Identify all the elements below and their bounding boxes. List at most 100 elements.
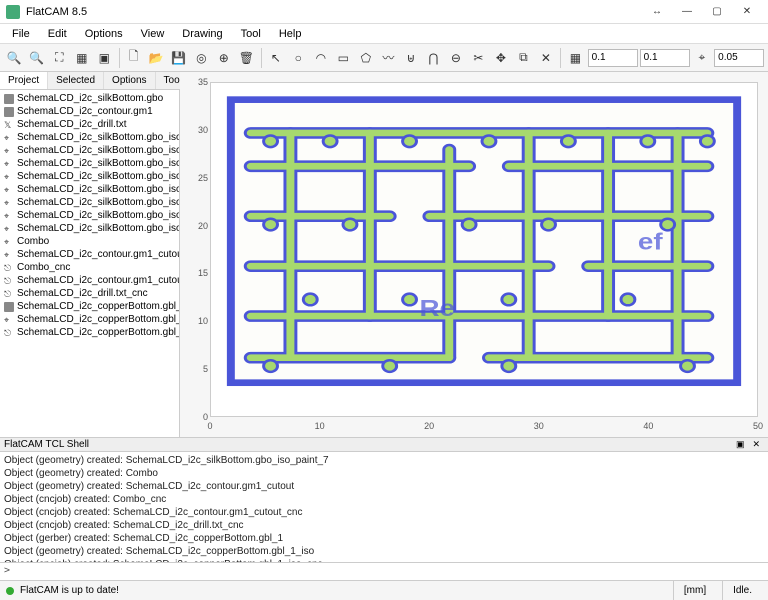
shell-output[interactable]: Object (geometry) created: SchemaLCD_i2c…	[0, 452, 768, 562]
clear-plot-icon[interactable]: ▦	[72, 47, 93, 69]
tree-item-label: SchemaLCD_i2c_drill.txt_cnc	[17, 288, 148, 299]
tree-item-label: Combo	[17, 236, 49, 247]
object-icon	[4, 276, 14, 286]
tree-item[interactable]: SchemaLCD_i2c_drill.txt_cnc	[2, 287, 177, 300]
tab-project[interactable]: Project	[0, 72, 48, 89]
grid-y-input[interactable]	[640, 49, 690, 67]
tree-item-label: SchemaLCD_i2c_contour.gm1_cutout	[17, 249, 179, 260]
tree-item-label: SchemaLCD_i2c_silkBottom.gbo_iso	[17, 132, 179, 143]
tree-item-label: SchemaLCD_i2c_silkBottom.gbo_iso_paint	[17, 145, 179, 156]
tree-item[interactable]: SchemaLCD_i2c_silkBottom.gbo_iso_paint	[2, 170, 177, 183]
shell-input-row: >	[0, 562, 768, 580]
tree-item[interactable]: SchemaLCD_i2c_silkBottom.gbo_iso	[2, 131, 177, 144]
maximize-button[interactable]: ▢	[702, 1, 732, 23]
snap-icon[interactable]: ⌖	[692, 47, 713, 69]
tree-item[interactable]: SchemaLCD_i2c_copperBottom.gbl_1	[2, 300, 177, 313]
zoom-fit-icon[interactable]: ⛶	[49, 47, 70, 69]
tree-item[interactable]: SchemaLCD_i2c_silkBottom.gbo_iso_paint	[2, 144, 177, 157]
delete-icon[interactable]: 🗑	[236, 47, 257, 69]
zoom-in-icon[interactable]: 🔍	[4, 47, 25, 69]
tree-item[interactable]: Combo	[2, 235, 177, 248]
tree-item[interactable]: SchemaLCD_i2c_drill.txt	[2, 118, 177, 131]
status-units: [mm]	[673, 581, 716, 600]
menu-options[interactable]: Options	[77, 26, 131, 42]
menu-help[interactable]: Help	[271, 26, 310, 42]
project-tree[interactable]: SchemaLCD_i2c_silkBottom.gboSchemaLCD_i2…	[0, 90, 179, 437]
open-icon[interactable]: 📂	[146, 47, 167, 69]
minimize-button[interactable]: —	[672, 1, 702, 23]
replot-icon[interactable]: ▣	[94, 47, 115, 69]
shell-title: FlatCAM TCL Shell	[4, 439, 732, 450]
tree-item-label: SchemaLCD_i2c_silkBottom.gbo_iso_paint	[17, 158, 179, 169]
tree-item[interactable]: SchemaLCD_i2c_contour.gm1	[2, 105, 177, 118]
menu-tool[interactable]: Tool	[233, 26, 269, 42]
shell-input[interactable]	[12, 563, 766, 580]
object-icon	[4, 198, 14, 208]
tree-item[interactable]: SchemaLCD_i2c_silkBottom.gbo_iso_paint	[2, 222, 177, 235]
shell-float-icon[interactable]: ▣	[732, 439, 749, 450]
status-state: Idle.	[722, 581, 762, 600]
open-excellon-icon[interactable]: ⊕	[214, 47, 235, 69]
menu-drawing[interactable]: Drawing	[174, 26, 230, 42]
tree-item-label: SchemaLCD_i2c_silkBottom.gbo_iso_paint	[17, 197, 179, 208]
object-icon	[4, 185, 14, 195]
grid-x-input[interactable]	[588, 49, 638, 67]
subtract-icon[interactable]: ⊖	[446, 47, 467, 69]
tree-item[interactable]: SchemaLCD_i2c_silkBottom.gbo_iso_paint	[2, 196, 177, 209]
tree-item[interactable]: SchemaLCD_i2c_silkBottom.gbo	[2, 92, 177, 105]
tab-selected[interactable]: Selected	[48, 72, 104, 89]
open-gerber-icon[interactable]: ◎	[191, 47, 212, 69]
object-icon	[4, 159, 14, 169]
cut-path-icon[interactable]: ✂	[468, 47, 489, 69]
object-icon	[4, 237, 14, 247]
tree-item[interactable]: Combo_cnc	[2, 261, 177, 274]
object-icon	[4, 211, 14, 221]
draw-circle-icon[interactable]: ○	[288, 47, 309, 69]
object-icon	[4, 328, 14, 338]
tree-item-label: SchemaLCD_i2c_silkBottom.gbo_iso_paint	[17, 223, 179, 234]
tree-item[interactable]: SchemaLCD_i2c_copperBottom.gbl_1_iso	[2, 326, 177, 339]
tree-item-label: SchemaLCD_i2c_contour.gm1	[17, 106, 153, 117]
new-icon[interactable]: 🗋	[124, 47, 145, 69]
grid-icon[interactable]: ▦	[565, 47, 586, 69]
save-icon[interactable]: 💾	[169, 47, 190, 69]
tree-item[interactable]: SchemaLCD_i2c_contour.gm1_cutout_cnc	[2, 274, 177, 287]
object-icon	[4, 302, 14, 312]
zoom-out-icon[interactable]: 🔍	[27, 47, 48, 69]
tree-item[interactable]: SchemaLCD_i2c_silkBottom.gbo_iso_paint	[2, 157, 177, 170]
menu-file[interactable]: File	[4, 26, 38, 42]
menu-edit[interactable]: Edit	[40, 26, 75, 42]
object-icon	[4, 289, 14, 299]
shell-titlebar: FlatCAM TCL Shell ▣ ✕	[0, 437, 768, 452]
tree-item-label: SchemaLCD_i2c_drill.txt	[17, 119, 127, 130]
snap-input[interactable]	[714, 49, 764, 67]
union-icon[interactable]: ⊎	[401, 47, 422, 69]
close-button[interactable]: ✕	[732, 1, 762, 23]
tree-item[interactable]: SchemaLCD_i2c_copperBottom.gbl_1_iso	[2, 313, 177, 326]
tab-options[interactable]: Options	[104, 72, 155, 89]
draw-poly-icon[interactable]: ⬠	[356, 47, 377, 69]
draw-path-icon[interactable]: 〰	[378, 47, 399, 69]
canvas[interactable]: 35302520151050	[180, 72, 768, 437]
tree-item-label: SchemaLCD_i2c_copperBottom.gbl_1	[17, 301, 179, 312]
shell-close-icon[interactable]: ✕	[748, 439, 764, 450]
tree-item[interactable]: SchemaLCD_i2c_silkBottom.gbo_iso_paint	[2, 209, 177, 222]
tree-item[interactable]: SchemaLCD_i2c_silkBottom.gbo_iso_paint	[2, 183, 177, 196]
intersect-icon[interactable]: ⋂	[423, 47, 444, 69]
delete-shape-icon[interactable]: ✕	[536, 47, 557, 69]
tree-item[interactable]: SchemaLCD_i2c_contour.gm1_cutout	[2, 248, 177, 261]
window-extra-icon[interactable]: ↔	[642, 1, 672, 23]
move-icon[interactable]: ✥	[491, 47, 512, 69]
menu-view[interactable]: View	[133, 26, 173, 42]
object-icon	[4, 224, 14, 234]
copy-icon[interactable]: ⧉	[513, 47, 534, 69]
object-icon	[4, 120, 14, 130]
title-bar: FlatCAM 8.5 ↔ — ▢ ✕	[0, 0, 768, 24]
draw-rect-icon[interactable]: ▭	[333, 47, 354, 69]
plot-area[interactable]: Re ef	[210, 82, 758, 417]
draw-arc-icon[interactable]: ◠	[311, 47, 332, 69]
tree-item-label: SchemaLCD_i2c_copperBottom.gbl_1_iso	[17, 314, 179, 325]
select-icon[interactable]: ↖	[266, 47, 287, 69]
object-icon	[4, 172, 14, 182]
toolbar-separator	[119, 48, 120, 68]
